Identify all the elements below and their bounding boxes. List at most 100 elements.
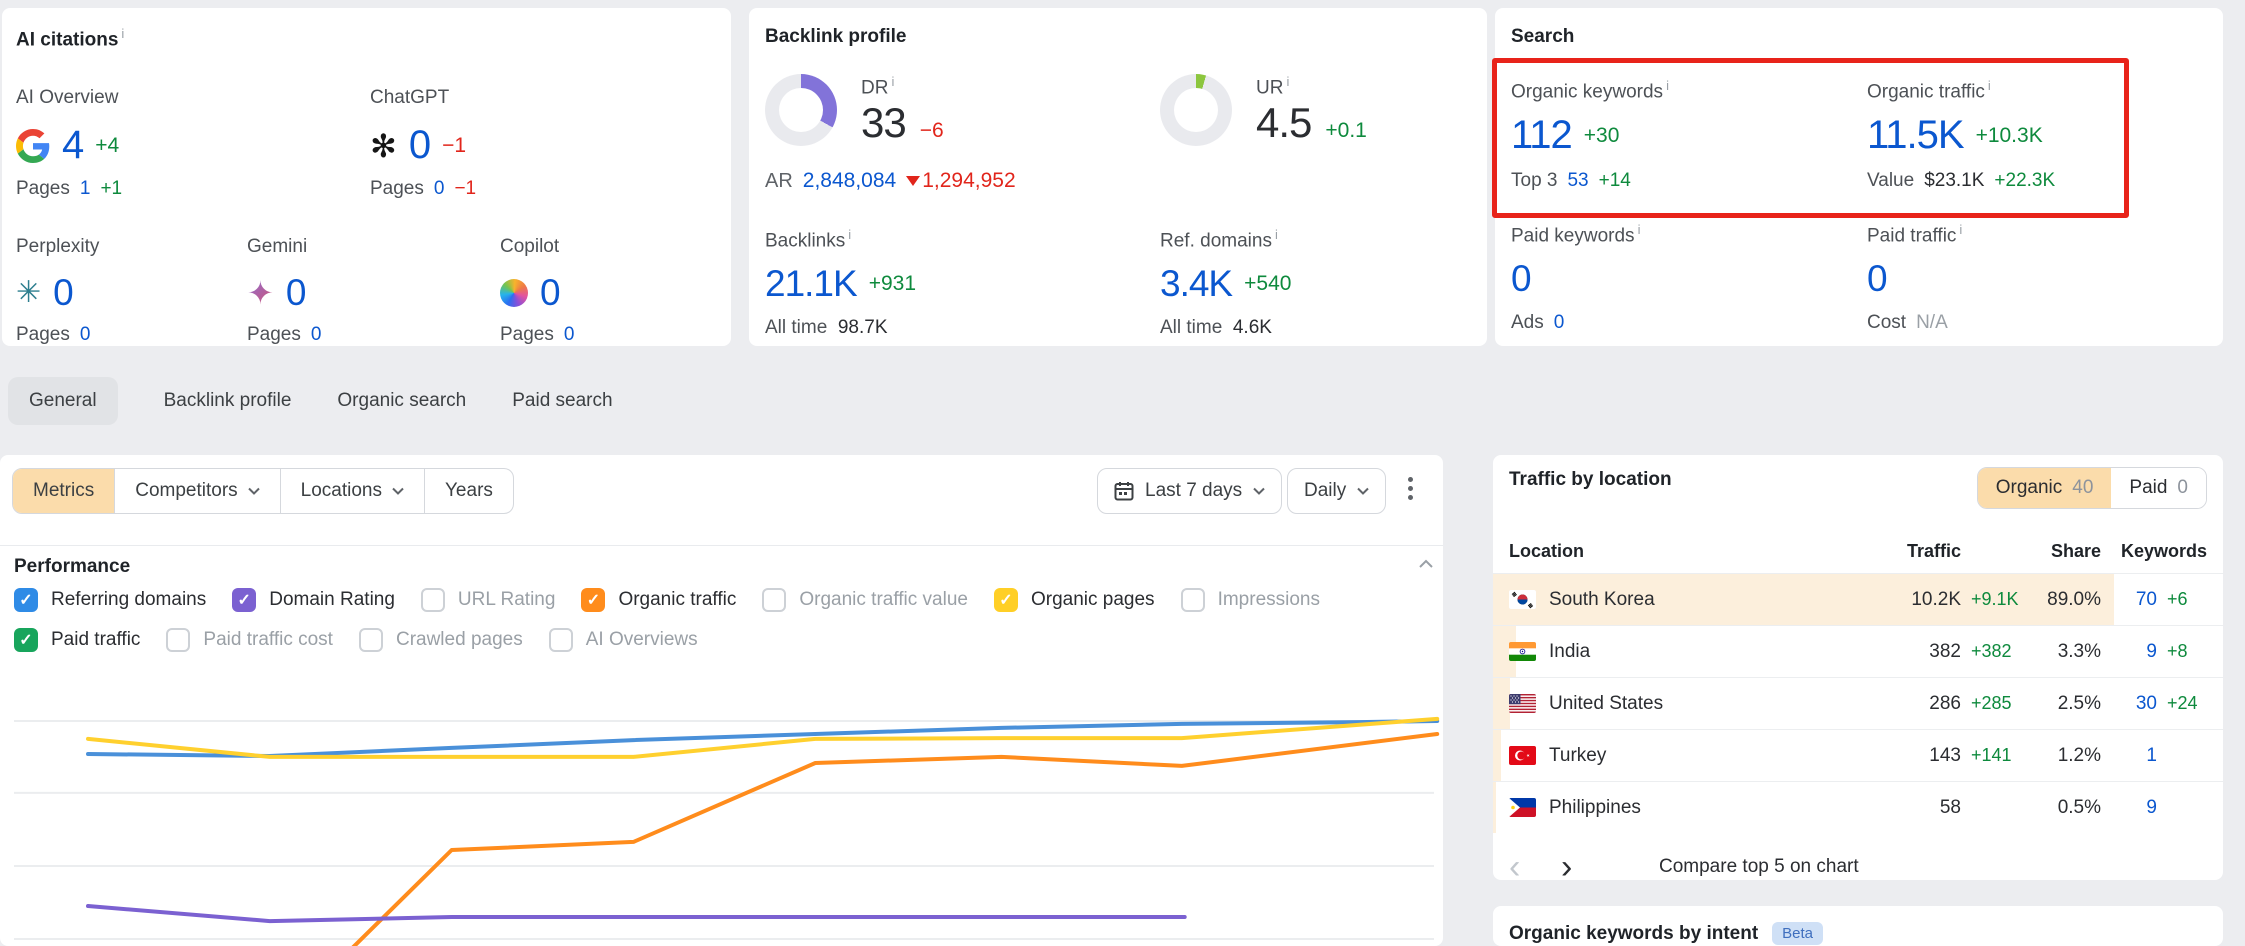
section-tabs: General Backlink profile Organic search Pai… <box>8 374 613 428</box>
keywords-value[interactable]: 9 <box>2101 797 2157 819</box>
traffic-delta: +9.1K <box>1961 589 2025 610</box>
ai-citations-title: AI citationsi <box>16 26 717 51</box>
backlinks-block: Backlinksi 21.1K+931 All time 98.7K <box>765 227 1160 338</box>
granularity-button[interactable]: Daily <box>1287 468 1386 514</box>
info-icon: i <box>848 227 851 242</box>
location-row-philippines[interactable]: Philippines580.5%9 <box>1493 781 2223 833</box>
location-table-body: South Korea10.2K+9.1K89.0%70+6India382+3… <box>1493 573 2223 833</box>
checkbox-organic-traffic-value[interactable]: Organic traffic value <box>762 588 968 612</box>
flag-icon-us <box>1509 694 1536 713</box>
keywords-value[interactable]: 1 <box>2101 745 2157 767</box>
segment-locations[interactable]: Locations <box>281 469 425 513</box>
checkbox-url-rating[interactable]: URL Rating <box>421 588 556 612</box>
share-bar <box>1493 782 1496 833</box>
backlinks-value[interactable]: 21.1K <box>765 263 857 305</box>
pages-value[interactable]: 0 <box>564 324 575 346</box>
keywords-by-intent-title: Organic keywords by intent <box>1509 923 1758 945</box>
checkbox-crawled-pages[interactable]: Crawled pages <box>359 628 523 652</box>
paid-traffic-value[interactable]: 0 <box>1867 258 1887 300</box>
location-name: United States <box>1549 693 1663 715</box>
keywords-value[interactable]: 9 <box>2101 641 2157 663</box>
domain-rating-gauge <box>765 74 837 146</box>
keywords-delta: +6 <box>2157 589 2207 610</box>
compare-top5-link[interactable]: Compare top 5 on chart <box>1659 856 1859 878</box>
segment-metrics[interactable]: Metrics <box>13 469 115 513</box>
top3-value[interactable]: 53 <box>1567 170 1588 192</box>
ai-source-label: Copilot <box>500 236 717 258</box>
pages-value[interactable]: 1 <box>80 178 91 200</box>
more-options-kebab-icon[interactable] <box>1408 477 1413 500</box>
ai-citation-perplexity: Perplexity✳0Pages0 <box>16 236 247 346</box>
gemini-icon: ✦ <box>247 277 274 309</box>
checkbox-domain-rating[interactable]: ✓Domain Rating <box>232 588 395 612</box>
keywords-value[interactable]: 70 <box>2101 589 2157 611</box>
pages-value[interactable]: 0 <box>311 324 322 346</box>
pages-label: Pages <box>247 324 301 346</box>
toggle-organic[interactable]: Organic40 <box>1978 468 2112 508</box>
info-icon: i <box>891 74 894 89</box>
info-icon: i <box>1638 222 1641 237</box>
location-name: Turkey <box>1549 745 1606 767</box>
traffic-value: 143 <box>1865 745 1961 767</box>
chevron-down-icon <box>248 487 260 495</box>
pages-value[interactable]: 0 <box>80 324 91 346</box>
dr-value: 33 <box>861 99 906 147</box>
ai-citations-row-2: Perplexity✳0Pages0Gemini✦0Pages0Copilot0… <box>16 236 717 346</box>
performance-card: MetricsCompetitorsLocationsYears Last 7 … <box>0 455 1443 946</box>
location-row-south-korea[interactable]: South Korea10.2K+9.1K89.0%70+6 <box>1493 573 2223 625</box>
location-row-india[interactable]: India382+3823.3%9+8 <box>1493 625 2223 677</box>
segment-years[interactable]: Years <box>425 469 513 513</box>
flag-icon-tr <box>1509 746 1536 765</box>
checkbox-organic-traffic[interactable]: ✓Organic traffic <box>581 588 736 612</box>
tab-backlink-profile[interactable]: Backlink profile <box>164 377 292 425</box>
ai-citations-value[interactable]: 0 <box>53 272 73 314</box>
location-name: India <box>1549 641 1590 663</box>
location-row-united-states[interactable]: United States286+2852.5%30+24 <box>1493 677 2223 729</box>
ar-value[interactable]: 2,848,084 <box>803 169 896 193</box>
keywords-delta: +8 <box>2157 641 2207 662</box>
ai-citations-value[interactable]: 4 <box>62 123 83 168</box>
calendar-icon <box>1114 481 1134 501</box>
organic-keywords-value[interactable]: 112 <box>1511 113 1572 158</box>
keywords-by-intent-card: Organic keywords by intent Beta <box>1493 906 2223 946</box>
pages-label: Pages <box>16 178 70 200</box>
collapse-chevron-icon[interactable] <box>1418 559 1434 569</box>
date-range-button[interactable]: Last 7 days <box>1097 468 1282 514</box>
ai-citations-value[interactable]: 0 <box>409 123 430 168</box>
tab-organic-search[interactable]: Organic search <box>337 377 466 425</box>
ai-citations-value[interactable]: 0 <box>286 272 306 314</box>
keywords-value[interactable]: 30 <box>2101 693 2157 715</box>
checkbox-paid-traffic-cost[interactable]: Paid traffic cost <box>166 628 333 652</box>
traffic-value: 58 <box>1865 797 1961 819</box>
tab-general[interactable]: General <box>8 377 118 425</box>
checkbox-ai-overviews[interactable]: AI Overviews <box>549 628 698 652</box>
ai-source-label: ChatGPT <box>370 87 717 109</box>
dr-delta: −6 <box>920 119 944 143</box>
paid-keywords-value[interactable]: 0 <box>1511 258 1531 300</box>
checkbox-paid-traffic[interactable]: ✓Paid traffic <box>14 628 140 652</box>
checkbox-impressions[interactable]: Impressions <box>1181 588 1320 612</box>
ar-delta: 1,294,952 <box>906 169 1015 193</box>
info-icon: i <box>1666 78 1669 93</box>
traffic-value: 382 <box>1865 641 1961 663</box>
toggle-paid[interactable]: Paid0 <box>2111 468 2206 508</box>
ai-citation-ai-overview: AI Overview4+4Pages1+1 <box>16 87 370 200</box>
checkbox-referring-domains[interactable]: ✓Referring domains <box>14 588 206 612</box>
checkbox-organic-pages[interactable]: ✓Organic pages <box>994 588 1155 612</box>
traffic-value: 10.2K <box>1865 589 1961 611</box>
segment-competitors[interactable]: Competitors <box>115 469 280 513</box>
ref-domains-value[interactable]: 3.4K <box>1160 263 1232 305</box>
copilot-icon <box>500 279 528 307</box>
organic-traffic-value[interactable]: 11.5K <box>1867 113 1964 158</box>
ai-citation-gemini: Gemini✦0Pages0 <box>247 236 500 346</box>
prev-page-icon[interactable]: ‹ <box>1509 852 1561 882</box>
chart-line-organic-traffic <box>310 734 1437 946</box>
pages-value[interactable]: 0 <box>434 178 445 200</box>
performance-line-chart[interactable] <box>0 656 1443 946</box>
location-row-turkey[interactable]: Turkey143+1411.2%1 <box>1493 729 2223 781</box>
ar-label: AR <box>765 170 793 193</box>
next-page-icon[interactable]: › <box>1561 852 1613 882</box>
tab-paid-search[interactable]: Paid search <box>512 377 612 425</box>
ai-citations-value[interactable]: 0 <box>540 272 560 314</box>
share-value: 0.5% <box>2025 797 2101 819</box>
